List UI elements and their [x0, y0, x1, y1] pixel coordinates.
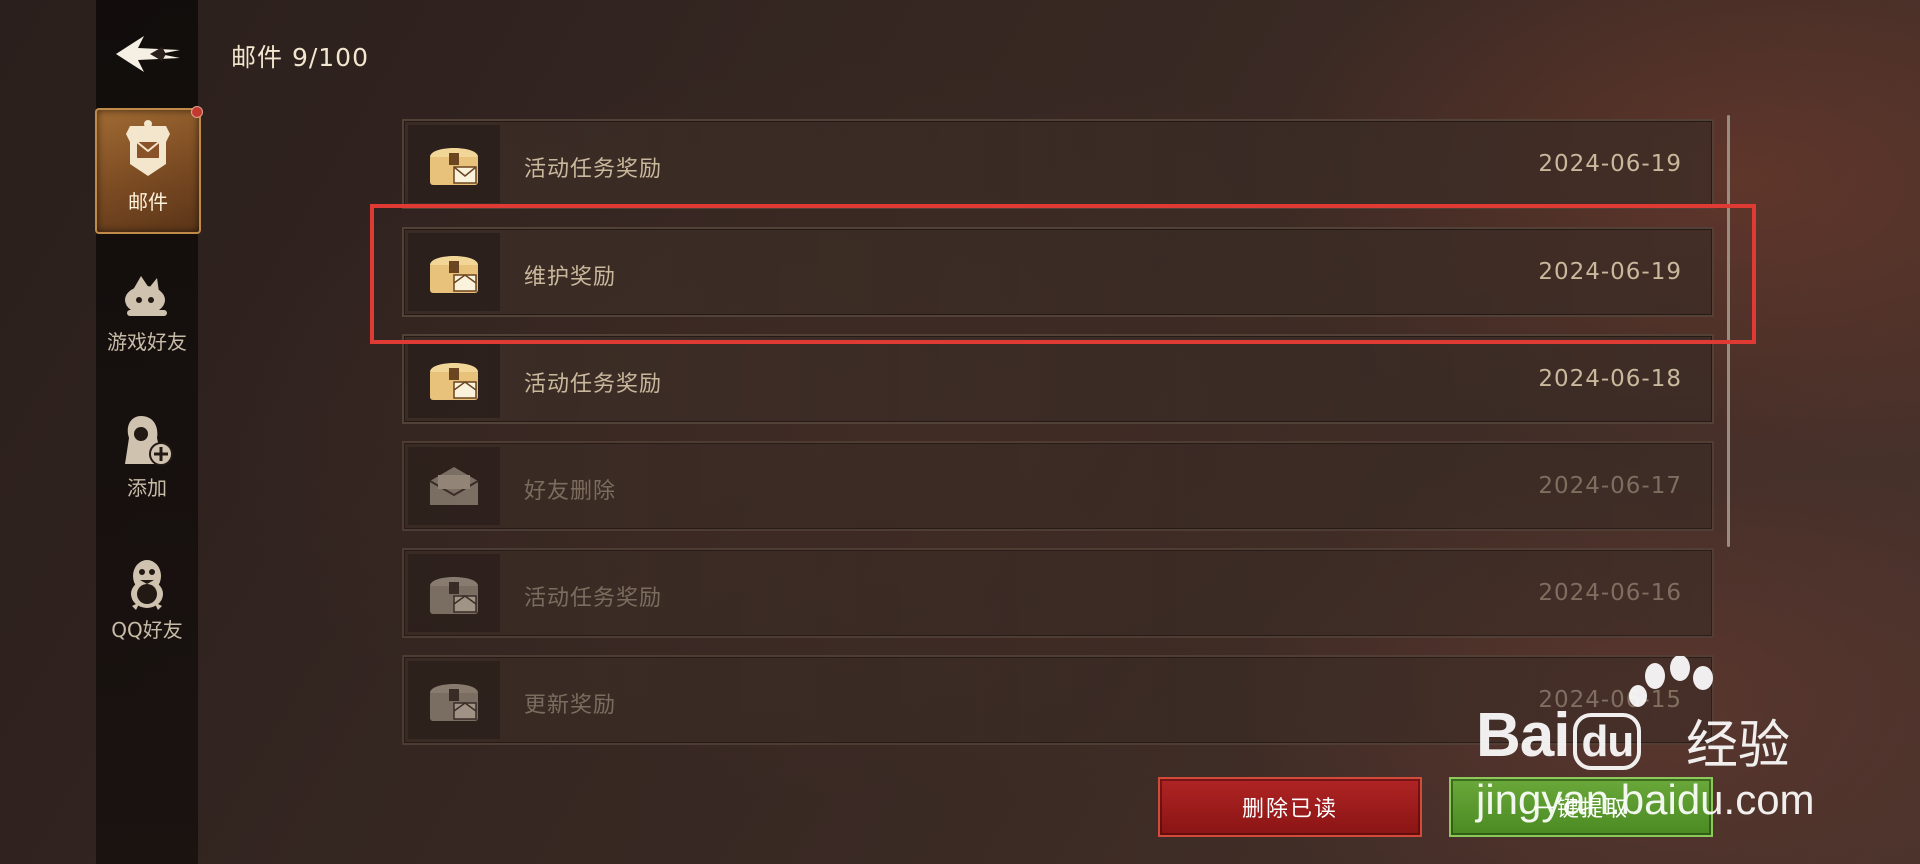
treasure-chest-mail-icon	[430, 577, 478, 614]
mail-subject: 活动任务奖励	[524, 372, 663, 397]
sidebar-item-label: 游戏好友	[107, 330, 187, 354]
watermark-product: 经验	[1686, 717, 1791, 775]
mail-list[interactable]	[398, 117, 1718, 742]
mail-subject: 更新奖励	[524, 693, 617, 718]
sidebar-item-mail[interactable]: 邮件	[95, 106, 203, 234]
mail-subject: 活动任务奖励	[524, 157, 663, 182]
mail-subject: 活动任务奖励	[524, 586, 663, 611]
mail-list-scrollbar[interactable]	[1727, 115, 1730, 547]
sidebar-item-game-friends[interactable]: 游戏好友	[96, 272, 198, 355]
mail-list-item[interactable]: 活动任务奖励 2024-06-18	[402, 334, 1714, 424]
treasure-chest-mail-icon	[430, 363, 478, 400]
mail-list-item[interactable]: 好友删除 2024-06-17	[402, 441, 1714, 531]
delete-read-button[interactable]: 删除已读	[1158, 777, 1422, 837]
mail-list-item[interactable]: 活动任务奖励 2024-06-16	[402, 548, 1714, 638]
back-arrow-icon	[116, 36, 180, 72]
treasure-chest-mail-icon	[430, 148, 478, 185]
mail-subject: 维护奖励	[524, 265, 617, 290]
sidebar-item-label: 邮件	[128, 190, 168, 214]
notification-dot	[191, 106, 203, 118]
treasure-chest-mail-icon	[430, 684, 478, 721]
mail-date: 2024-06-18	[1538, 366, 1682, 392]
mail-banner-icon	[126, 120, 170, 176]
envelope-icon	[429, 467, 479, 505]
mail-date: 2024-06-19	[1538, 259, 1682, 285]
sidebar-item-qq-friends[interactable]: QQ好友	[96, 556, 198, 643]
mail-date: 2024-06-16	[1538, 580, 1682, 606]
qq-penguin-icon	[131, 560, 163, 610]
back-button[interactable]	[110, 28, 188, 80]
mail-list-item[interactable]: 活动任务奖励 2024-06-19	[402, 119, 1714, 209]
mail-date: 2024-06-19	[1538, 151, 1682, 177]
mail-list-item[interactable]: 维护奖励 2024-06-19	[402, 227, 1714, 317]
mail-subject: 好友删除	[524, 479, 617, 504]
page-title: 邮件 9/100	[231, 43, 369, 72]
sidebar-item-label: 添加	[127, 476, 167, 500]
add-friend-icon	[125, 416, 173, 466]
mail-date: 2024-06-17	[1538, 473, 1682, 499]
watermark-brand: Bai du	[1476, 700, 1642, 771]
sidebar-item-add[interactable]: 添加	[96, 414, 198, 501]
game-friends-icon	[125, 276, 167, 316]
watermark-url: jingyan.baidu.com	[1476, 776, 1815, 823]
treasure-chest-mail-icon	[430, 256, 478, 293]
sidebar-item-label: QQ好友	[111, 618, 183, 642]
